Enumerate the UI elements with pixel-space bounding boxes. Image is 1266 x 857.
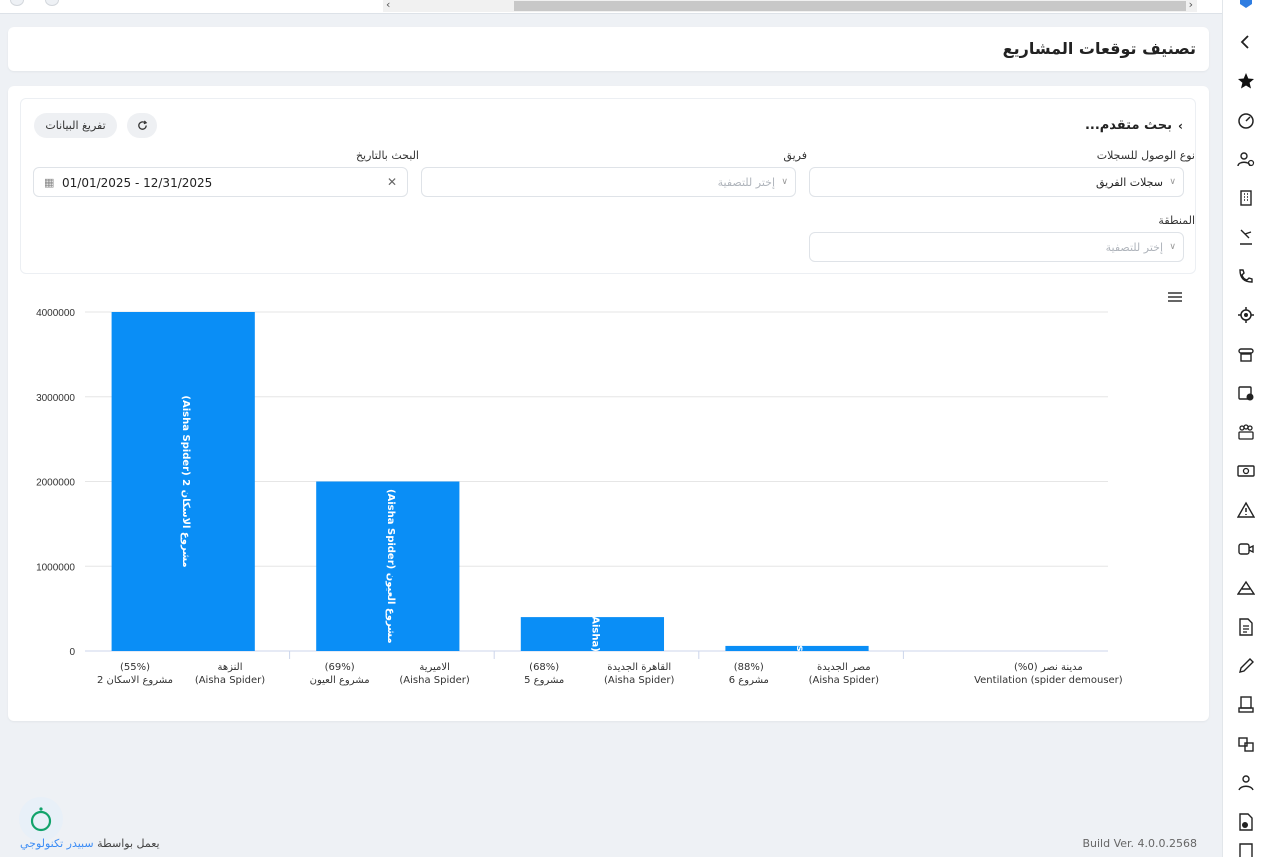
x-label-region-3: مصر الجديدة xyxy=(817,662,871,673)
gauge-icon[interactable] xyxy=(1237,111,1255,129)
team-select[interactable]: ∨ إختر للتصفية xyxy=(421,167,796,197)
team-icon[interactable] xyxy=(1237,423,1255,441)
sign-icon[interactable] xyxy=(1237,228,1255,246)
x-label-region-2: القاهرة الجديدة xyxy=(607,662,671,673)
telephone-icon[interactable] xyxy=(1237,345,1255,363)
y-tick-label-2: 2000000 xyxy=(36,478,75,489)
top-circle-icon[interactable] xyxy=(45,0,59,6)
powered-by-text: يعمل بواسطة xyxy=(97,837,160,850)
pen-icon[interactable] xyxy=(1237,657,1255,675)
export-data-button[interactable]: تفريغ البيانات xyxy=(34,113,117,138)
horizontal-scrollbar[interactable]: ‹ › xyxy=(383,0,1197,12)
x-label-team-1: (Aisha Spider) xyxy=(399,675,469,686)
advanced-search-label: بحث متقدم... xyxy=(1084,118,1173,133)
receipt-icon[interactable] xyxy=(1237,843,1255,857)
clear-icon[interactable]: ✕ xyxy=(387,175,397,189)
chevron-left-icon[interactable] xyxy=(1237,33,1255,51)
boxes-truck-icon[interactable] xyxy=(1237,735,1255,753)
warning-icon[interactable] xyxy=(1237,501,1255,519)
scroll-left-icon[interactable]: ‹ xyxy=(386,0,390,11)
x-label-team-2: (Aisha Spider) xyxy=(604,675,674,686)
access-type-value: سجلات الفريق xyxy=(1095,176,1163,189)
document-add-icon[interactable] xyxy=(1237,813,1255,831)
bar-data-label-3: s xyxy=(794,645,805,651)
mountain-icon[interactable] xyxy=(1237,579,1255,597)
team-placeholder: إختر للتصفية xyxy=(717,176,775,189)
money-icon[interactable] xyxy=(1237,462,1255,480)
phone-icon[interactable] xyxy=(1237,267,1255,285)
right-sidebar xyxy=(1222,0,1266,857)
logo-icon[interactable] xyxy=(1237,0,1255,12)
team-label: فريق xyxy=(783,149,807,162)
y-tick-label-1: 1000000 xyxy=(36,562,75,573)
filter-panel: › بحث متقدم... تفريغ البيانات نوع الوصول… xyxy=(20,98,1196,274)
x-label-percent-2: (68%) xyxy=(529,662,559,673)
user-hand-icon[interactable] xyxy=(1237,774,1255,792)
date-range-value: 01/01/2025 - 12/31/2025 xyxy=(62,176,213,190)
chevron-down-icon: ∨ xyxy=(781,177,788,187)
refresh-button[interactable] xyxy=(127,113,157,138)
x-label-percent-3: (88%) xyxy=(734,662,764,673)
y-tick-label-4: 4000000 xyxy=(36,308,75,319)
page-title: تصنيف توقعات المشاريع xyxy=(1002,39,1196,58)
calendar-icon: ▦ xyxy=(44,176,55,189)
bar-data-label-1: مشروع العيون (Aisha Spider) xyxy=(385,489,396,644)
advanced-search-toggle[interactable]: › بحث متقدم... xyxy=(1085,118,1183,133)
top-app-icon[interactable] xyxy=(10,0,24,6)
date-range-input[interactable]: ▦ 01/01/2025 - 12/31/2025 ✕ xyxy=(33,167,408,197)
x-label-percent-0: (55%) xyxy=(120,662,150,673)
y-tick-label-3: 3000000 xyxy=(36,393,75,404)
chevron-down-icon: ∨ xyxy=(1169,242,1176,252)
brand-link[interactable]: سبيدر تكنولوجي xyxy=(20,837,94,850)
bar-chart: 0 1000000 2000000 3000000 4000000 مشروع الاسك… xyxy=(36,308,1123,686)
x-label-team-3: (Aisha Spider) xyxy=(809,675,879,686)
chevron-down-icon: › xyxy=(1178,118,1183,133)
date-search-label: البحث بالتاريخ xyxy=(355,149,419,162)
assistant-fab[interactable] xyxy=(19,797,63,841)
bar-data-label-0: مشروع الاسكان 2 (Aisha Spider) xyxy=(180,395,191,567)
document-truck-icon[interactable] xyxy=(1237,696,1255,714)
x-label-team-4: Ventilation (spider demouser) xyxy=(974,675,1123,686)
calendar-add-icon[interactable] xyxy=(1237,384,1255,402)
title-card: تصنيف توقعات المشاريع xyxy=(8,27,1209,71)
region-label: المنطقة xyxy=(1158,214,1195,227)
chevron-down-icon: ∨ xyxy=(1169,177,1176,187)
x-label-name-1: مشروع العيون xyxy=(310,675,370,686)
y-tick-label-0: 0 xyxy=(69,647,75,658)
x-label-region-0: النزهة xyxy=(218,662,243,673)
star-icon[interactable] xyxy=(1237,72,1255,90)
x-label-name-3: مشروع 6 xyxy=(729,675,769,686)
x-label-team-0: (Aisha Spider) xyxy=(195,675,265,686)
scrollbar-thumb[interactable] xyxy=(514,1,1186,11)
top-strip: ‹ › xyxy=(0,0,1222,14)
x-label-name-2: مشروع 5 xyxy=(524,675,564,686)
x-label-name-0: مشروع الاسكان 2 xyxy=(97,675,173,686)
scroll-right-icon[interactable]: › xyxy=(1189,0,1193,11)
region-placeholder: إختر للتصفية xyxy=(1105,241,1163,254)
x-label-region-4: مدينة نصر (0%) xyxy=(1014,662,1083,673)
access-type-select[interactable]: ∨ سجلات الفريق xyxy=(809,167,1184,197)
x-label-percent-1: (69%) xyxy=(325,662,355,673)
invoice-icon[interactable] xyxy=(1237,618,1255,636)
powered-by: يعمل بواسطة سبيدر تكنولوجي xyxy=(20,837,160,850)
access-type-label: نوع الوصول للسجلات xyxy=(1096,149,1195,162)
assistant-icon xyxy=(30,807,52,832)
refresh-icon xyxy=(137,120,147,130)
building-icon[interactable] xyxy=(1237,189,1255,207)
users-icon[interactable] xyxy=(1237,150,1255,168)
bar-data-label-2: (Aisha xyxy=(589,616,600,652)
target-icon[interactable] xyxy=(1237,306,1255,324)
x-label-region-1: الاميرية xyxy=(419,662,450,673)
video-icon[interactable] xyxy=(1237,540,1255,558)
region-select[interactable]: ∨ إختر للتصفية xyxy=(809,232,1184,262)
build-version: Build Ver. 4.0.0.2568 xyxy=(1082,837,1197,850)
